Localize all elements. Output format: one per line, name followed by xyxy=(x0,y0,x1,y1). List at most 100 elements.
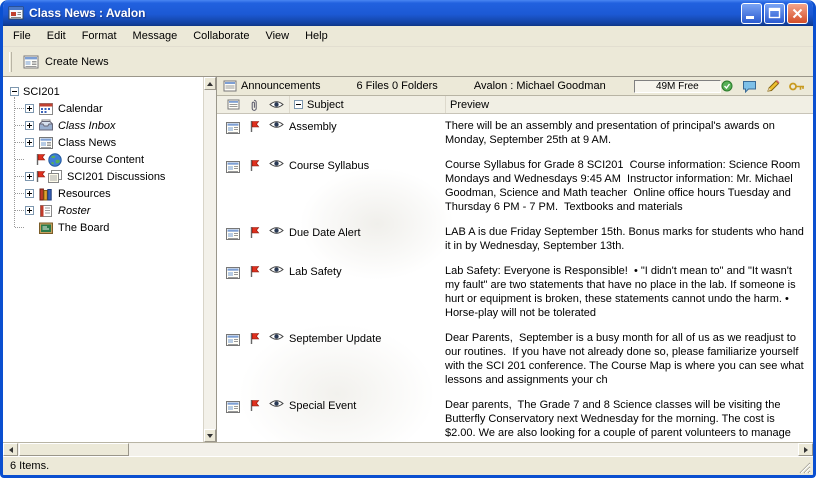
eye-icon[interactable] xyxy=(263,398,289,408)
list-column-header: Subject Preview xyxy=(217,96,813,114)
expand-icon[interactable] xyxy=(25,189,34,198)
eye-icon[interactable] xyxy=(263,119,289,129)
tree-item-course-content[interactable]: Course Content xyxy=(3,151,203,168)
message-subject[interactable]: September Update xyxy=(289,331,445,346)
message-subject[interactable]: Course Syllabus xyxy=(289,158,445,173)
menu-format[interactable]: Format xyxy=(74,27,125,45)
message-row[interactable]: Course Syllabus Course Syllabus for Grad… xyxy=(217,156,813,223)
message-row[interactable]: Lab Safety Lab Safety: Everyone is Respo… xyxy=(217,262,813,329)
create-news-button[interactable]: Create News xyxy=(17,49,118,75)
tree-item-label: Roster xyxy=(58,205,90,217)
column-item-icon[interactable] xyxy=(221,96,245,113)
menu-file[interactable]: File xyxy=(5,27,39,45)
discussions-icon xyxy=(47,169,63,185)
title-bar: Class News : Avalon xyxy=(3,0,813,26)
tree-item-calendar[interactable]: Calendar xyxy=(3,100,203,117)
column-read-status[interactable] xyxy=(263,96,289,113)
message-subject[interactable]: Special Event xyxy=(289,398,445,413)
scroll-left-button[interactable] xyxy=(3,443,18,456)
unread-flag-icon xyxy=(35,170,46,183)
tree-children: Calendar Class Inbox Class N xyxy=(3,100,203,236)
tree-vertical-scrollbar[interactable] xyxy=(203,77,216,442)
eye-icon[interactable] xyxy=(263,331,289,341)
message-row[interactable]: Due Date Alert LAB A is due Friday Septe… xyxy=(217,223,813,262)
unread-flag-icon xyxy=(245,119,263,133)
news-item-icon xyxy=(221,119,245,136)
paperclip-icon xyxy=(249,98,259,112)
menu-message[interactable]: Message xyxy=(125,27,186,45)
conference-tree: SCI201 Calendar Class I xyxy=(3,77,203,442)
pane-info-bar: Announcements 6 Files 0 Folders Avalon :… xyxy=(217,77,813,96)
news-item-icon xyxy=(221,398,245,415)
resize-grip-icon[interactable] xyxy=(798,461,811,474)
expand-icon[interactable] xyxy=(25,138,34,147)
collapse-subject-icon[interactable] xyxy=(294,100,303,109)
globe-icon xyxy=(47,152,63,168)
unread-flag-icon xyxy=(245,398,263,412)
message-row[interactable]: September Update Dear Parents, September… xyxy=(217,329,813,396)
collapse-icon[interactable] xyxy=(10,87,19,96)
scroll-right-button[interactable] xyxy=(798,443,813,456)
column-preview[interactable]: Preview xyxy=(445,96,813,113)
column-attachment[interactable] xyxy=(245,96,263,113)
eye-icon xyxy=(269,100,284,109)
tree-item-label: Class News xyxy=(58,137,116,149)
status-bar: 6 Items. xyxy=(3,456,813,475)
expand-icon[interactable] xyxy=(25,206,34,215)
message-subject[interactable]: Lab Safety xyxy=(289,264,445,279)
message-subject[interactable]: Assembly xyxy=(289,119,445,134)
tree-item-the-board[interactable]: The Board xyxy=(3,219,203,236)
message-subject[interactable]: Due Date Alert xyxy=(289,225,445,240)
message-preview: Dear Parents, September is a busy month … xyxy=(445,331,809,387)
message-icon xyxy=(227,98,240,111)
tree-item-class-news[interactable]: Class News xyxy=(3,134,203,151)
tree-item-roster[interactable]: Roster xyxy=(3,202,203,219)
menu-help[interactable]: Help xyxy=(297,27,336,45)
eye-icon[interactable] xyxy=(263,264,289,274)
pane-header-icons xyxy=(721,79,805,93)
scrollbar-thumb[interactable] xyxy=(19,443,129,456)
minimize-button[interactable] xyxy=(741,3,762,24)
menu-collaborate[interactable]: Collaborate xyxy=(185,27,257,45)
tree-item-sci201-discussions[interactable]: SCI201 Discussions xyxy=(3,168,203,185)
tree-item-resources[interactable]: Resources xyxy=(3,185,203,202)
eye-icon[interactable] xyxy=(263,225,289,235)
eye-icon[interactable] xyxy=(263,158,289,168)
roster-icon xyxy=(38,203,54,219)
news-item-icon xyxy=(221,264,245,281)
tree-item-class-inbox[interactable]: Class Inbox xyxy=(3,117,203,134)
scroll-down-button[interactable] xyxy=(204,429,216,442)
scroll-up-button[interactable] xyxy=(204,77,216,90)
free-space-label: 49M Free xyxy=(656,81,699,92)
tree-item-label: The Board xyxy=(58,222,109,234)
message-preview: LAB A is due Friday September 15th. Bonu… xyxy=(445,225,809,253)
tree-item-label: Calendar xyxy=(58,103,103,115)
tree-item-label: SCI201 Discussions xyxy=(67,171,165,183)
tree-root-sci201[interactable]: SCI201 xyxy=(3,83,203,100)
announcements-group: Announcements xyxy=(223,79,321,93)
board-icon xyxy=(38,220,54,236)
edit-pencil-icon[interactable] xyxy=(766,79,780,93)
horizontal-scrollbar[interactable] xyxy=(3,442,813,456)
close-button[interactable] xyxy=(787,3,808,24)
news-icon xyxy=(38,135,54,151)
tree-item-label: Class Inbox xyxy=(58,120,115,132)
online-status-icon[interactable] xyxy=(721,80,733,92)
column-subject[interactable]: Subject xyxy=(289,96,445,113)
message-row[interactable]: Assembly There will be an assembly and p… xyxy=(217,117,813,156)
menu-bar: File Edit Format Message Collaborate Vie… xyxy=(3,26,813,47)
maximize-button[interactable] xyxy=(764,3,785,24)
tree-item-label: Course Content xyxy=(67,154,144,166)
unread-flag-icon xyxy=(245,264,263,278)
message-row[interactable]: Special Event Dear parents, The Grade 7 … xyxy=(217,396,813,442)
expand-icon[interactable] xyxy=(25,121,34,130)
books-icon xyxy=(38,186,54,202)
key-icon[interactable] xyxy=(789,81,805,92)
chat-icon[interactable] xyxy=(742,80,757,93)
menu-view[interactable]: View xyxy=(257,27,297,45)
inbox-icon xyxy=(38,118,54,134)
announcements-icon xyxy=(223,79,237,93)
menu-edit[interactable]: Edit xyxy=(39,27,74,45)
expand-icon[interactable] xyxy=(25,172,34,181)
expand-icon[interactable] xyxy=(25,104,34,113)
